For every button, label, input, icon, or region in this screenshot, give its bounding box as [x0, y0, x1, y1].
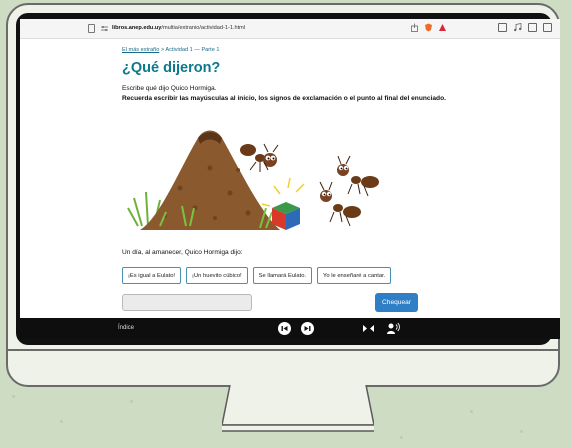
breadcrumb: El más extraño > Actividad 1 — Parte 1	[122, 47, 219, 53]
read-aloud-icon[interactable]	[386, 322, 400, 335]
page-content: El más extraño > Actividad 1 — Parte 1 ¿…	[20, 40, 560, 318]
browser-toolbar: libros.anep.edu.uy/multia/extranio/activ…	[20, 19, 560, 39]
check-button[interactable]: Chequear	[375, 293, 418, 312]
anthill-mound	[140, 130, 280, 230]
answer-drop-field[interactable]	[122, 294, 252, 311]
anthill-illustration	[127, 130, 379, 230]
url-path: /multia/extranio/actividad-1-1.html	[161, 25, 246, 31]
site-settings-icon[interactable]	[101, 25, 108, 32]
option-button[interactable]: ¡Un huevito cúbico!	[186, 267, 248, 284]
breadcrumb-link[interactable]: El más extraño	[122, 47, 159, 53]
screen: libros.anep.edu.uy/multia/extranio/activ…	[20, 19, 560, 339]
instruction-text: Escribe qué dijo Quico Hormiga.	[122, 85, 217, 92]
cube-icon	[272, 202, 300, 230]
rewards-icon[interactable]	[438, 23, 447, 32]
previous-icon[interactable]	[278, 322, 291, 335]
monitor-chin	[8, 349, 558, 351]
tabs-icon[interactable]	[528, 23, 537, 32]
fullscreen-icon[interactable]	[362, 322, 375, 335]
bookmark-icon[interactable]	[88, 24, 95, 33]
ant-right-bottom	[319, 181, 361, 227]
answer-options: ¡Es igual a Eulato! ¡Un huevito cúbico! …	[122, 267, 392, 284]
monitor-stand	[222, 385, 374, 433]
brave-shield-icon[interactable]	[424, 23, 433, 32]
music-icon[interactable]	[513, 23, 522, 32]
instruction-emphasis: Recuerda escribir las mayúsculas al inic…	[122, 95, 446, 102]
question-prompt: Un día, al amanecer, Quico Hormiga dijo:	[122, 249, 243, 256]
page-title: ¿Qué dijeron?	[122, 60, 221, 76]
option-button[interactable]: Yo le enseñaré a cantar.	[317, 267, 392, 284]
sidebar-icon[interactable]	[498, 23, 507, 32]
downloads-icon[interactable]	[543, 23, 552, 32]
share-icon[interactable]	[410, 23, 419, 32]
address-bar[interactable]: libros.anep.edu.uy/multia/extranio/activ…	[112, 25, 245, 31]
ant-left	[240, 143, 279, 172]
bottom-nav-bar: Índice	[20, 318, 560, 339]
option-button[interactable]: Se llamará Eulato.	[252, 267, 313, 284]
option-button[interactable]: ¡Es igual a Eulato!	[122, 267, 182, 284]
index-link[interactable]: Índice	[118, 325, 134, 331]
breadcrumb-current: > Actividad 1 — Parte 1	[159, 47, 220, 53]
url-domain: libros.anep.edu.uy	[112, 25, 162, 31]
ant-right-top	[337, 155, 379, 197]
next-icon[interactable]	[301, 322, 314, 335]
